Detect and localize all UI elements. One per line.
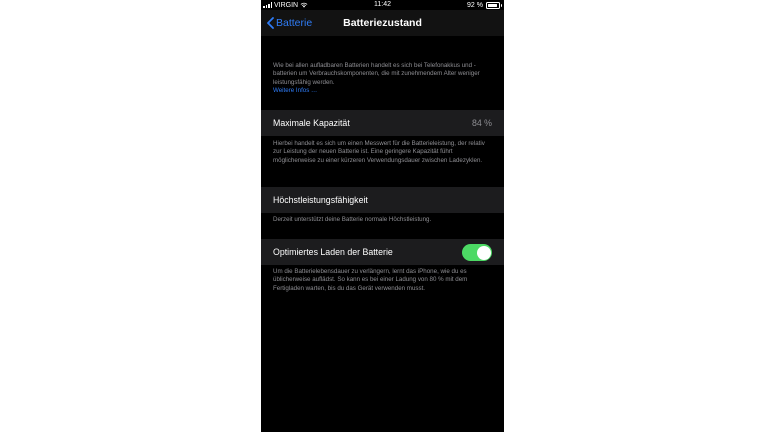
max-capacity-row: Maximale Kapazität 84 % [261, 110, 504, 136]
status-bar: VIRGIN 11:42 92 % [261, 0, 504, 10]
navigation-bar: Batteriezustand Batterie [261, 10, 504, 36]
more-info-link[interactable]: Weitere Infos … [273, 87, 493, 95]
optimized-charging-footer: Um die Batterielebensdauer zu verlängern… [273, 268, 468, 292]
optimized-charging-toggle[interactable] [462, 244, 492, 261]
peak-performance-footer: Derzeit unterstützt deine Batterie norma… [273, 216, 432, 223]
intro-section: Wie bei allen aufladbaren Batterien hand… [273, 62, 493, 95]
back-button[interactable]: Batterie [267, 10, 312, 36]
back-button-label: Batterie [276, 17, 313, 29]
battery-percentage: 92 % [467, 1, 483, 9]
battery-icon [486, 1, 502, 9]
toggle-knob [476, 245, 491, 260]
status-right: 92 % [467, 0, 502, 10]
intro-text: Wie bei allen aufladbaren Batterien hand… [273, 62, 480, 86]
peak-performance-label: Höchstleistungsfähigkeit [273, 195, 368, 205]
optimized-charging-row: Optimiertes Laden der Batterie [261, 239, 504, 265]
settings-content: Wie bei allen aufladbaren Batterien hand… [261, 36, 504, 432]
optimized-charging-label: Optimiertes Laden der Batterie [273, 247, 393, 257]
max-capacity-value: 84 % [471, 118, 492, 128]
peak-performance-row: Höchstleistungsfähigkeit [261, 187, 504, 213]
phone-screen: VIRGIN 11:42 92 % Batteriezustand Batter… [261, 0, 504, 432]
max-capacity-footer: Hierbei handelt es sich um einen Messwer… [273, 140, 485, 164]
chevron-left-icon [267, 17, 274, 29]
max-capacity-label: Maximale Kapazität [273, 118, 350, 128]
